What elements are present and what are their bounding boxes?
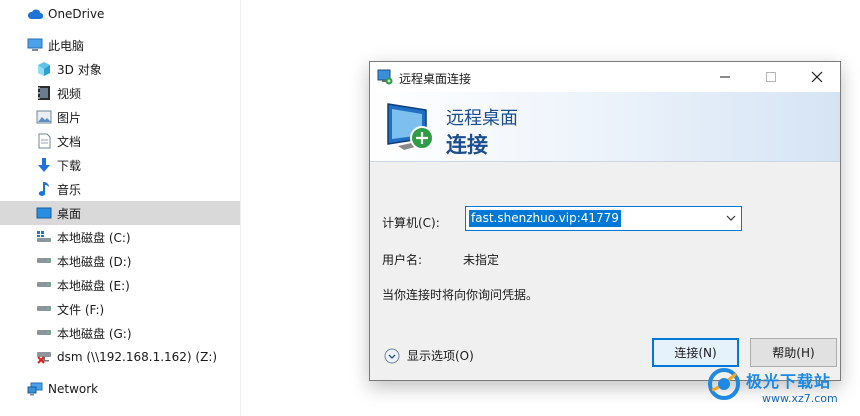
drive-icon: [36, 277, 52, 293]
dialog-content: 计算机(C): fast.shenzhuo.vip:41779 用户名: 未指定…: [370, 162, 840, 380]
nav-item-pictures[interactable]: 图片: [0, 105, 240, 129]
onedrive-cloud-icon: [27, 6, 43, 22]
nav-item-network-drive-z[interactable]: dsm (\\192.168.1.162) (Z:): [0, 345, 240, 369]
minimize-icon: [720, 76, 730, 78]
nav-item-drive-f[interactable]: 文件 (F:): [0, 297, 240, 321]
banner-title: 远程桌面: [446, 108, 518, 129]
dialog-banner: 远程桌面 连接: [370, 92, 840, 162]
documents-icon: [36, 133, 52, 149]
nav-item-downloads[interactable]: 下载: [0, 153, 240, 177]
chevron-down-icon[interactable]: [725, 212, 737, 224]
nav-item-label: 文档: [57, 134, 82, 149]
nav-item-drive-e[interactable]: 本地磁盘 (E:): [0, 273, 240, 297]
nav-item-label: 此电脑: [48, 38, 85, 53]
navigation-pane: OneDrive 此电脑 3D 对象 视频 图片 文档 下载 音乐 桌面 本地磁…: [0, 0, 240, 416]
watermark-text: 极光下载站: [746, 372, 832, 391]
maximize-button: [748, 62, 794, 92]
nav-item-documents[interactable]: 文档: [0, 129, 240, 153]
dialog-titlebar[interactable]: 远程桌面连接: [370, 62, 840, 92]
computer-input-value[interactable]: fast.shenzhuo.vip:41779: [469, 210, 621, 227]
music-icon: [36, 181, 52, 197]
nav-item-onedrive[interactable]: OneDrive: [0, 2, 240, 26]
drive-icon: [36, 301, 52, 317]
pictures-icon: [36, 109, 52, 125]
watermark: 极光下载站 www.xz7.com: [706, 362, 856, 414]
computer-combobox[interactable]: fast.shenzhuo.vip:41779: [465, 206, 742, 231]
nav-item-label: 3D 对象: [57, 62, 102, 77]
credential-hint: 当你连接时将向你询问凭据。: [382, 288, 539, 302]
nav-item-label: Network: [48, 382, 99, 396]
remote-monitor-icon: [384, 100, 438, 154]
videos-icon: [36, 85, 52, 101]
minimize-button[interactable]: [702, 62, 748, 92]
network-icon: [27, 381, 43, 397]
desktop-icon: [36, 205, 52, 221]
nav-item-3d-objects[interactable]: 3D 对象: [0, 57, 240, 81]
nav-item-label: 本地磁盘 (G:): [57, 326, 132, 341]
drive-icon: [36, 253, 52, 269]
banner-subtitle: 连接: [446, 133, 488, 157]
nav-item-label: 本地磁盘 (E:): [57, 278, 130, 293]
nav-item-label: 下载: [57, 158, 82, 173]
nav-item-label: 桌面: [57, 206, 82, 221]
expand-circle-icon: [384, 348, 400, 364]
system-drive-icon: [36, 229, 52, 245]
nav-item-label: 本地磁盘 (C:): [57, 230, 131, 245]
pane-divider[interactable]: [240, 0, 241, 416]
remote-desktop-dialog: 远程桌面连接 远程桌面 连接 计算机(C): fast.shenzhuo.vip…: [369, 61, 841, 381]
3d-objects-icon: [36, 61, 52, 77]
user-label: 用户名:: [382, 253, 423, 267]
close-icon: [811, 71, 823, 83]
nav-item-label: 文件 (F:): [57, 302, 105, 317]
downloads-icon: [36, 157, 52, 173]
nav-item-videos[interactable]: 视频: [0, 81, 240, 105]
nav-item-label: 本地磁盘 (D:): [57, 254, 132, 269]
nav-item-drive-g[interactable]: 本地磁盘 (G:): [0, 321, 240, 345]
watermark-logo-icon: [706, 366, 742, 402]
remote-desktop-app-icon: [377, 69, 393, 85]
nav-item-label: 图片: [57, 110, 82, 125]
this-pc-icon: [27, 37, 43, 53]
nav-item-network[interactable]: Network: [0, 377, 240, 401]
nav-item-drive-c[interactable]: 本地磁盘 (C:): [0, 225, 240, 249]
nav-item-label: dsm (\\192.168.1.162) (Z:): [57, 350, 218, 364]
show-options-toggle[interactable]: 显示选项(O): [384, 347, 474, 364]
user-value: 未指定: [463, 253, 500, 267]
maximize-icon: [766, 72, 776, 82]
nav-item-desktop[interactable]: 桌面: [0, 201, 240, 225]
close-button[interactable]: [794, 62, 840, 92]
nav-item-this-pc[interactable]: 此电脑: [0, 33, 240, 57]
nav-item-label: 视频: [57, 86, 82, 101]
disconnected-network-drive-icon: [36, 349, 52, 365]
show-options-label: 显示选项(O): [407, 349, 474, 363]
nav-item-drive-d[interactable]: 本地磁盘 (D:): [0, 249, 240, 273]
computer-label: 计算机(C):: [382, 216, 440, 230]
dialog-title: 远程桌面连接: [399, 72, 472, 86]
nav-item-music[interactable]: 音乐: [0, 177, 240, 201]
nav-item-label: 音乐: [57, 182, 82, 197]
watermark-url: www.xz7.com: [762, 392, 838, 405]
drive-icon: [36, 325, 52, 341]
nav-item-label: OneDrive: [48, 7, 105, 21]
